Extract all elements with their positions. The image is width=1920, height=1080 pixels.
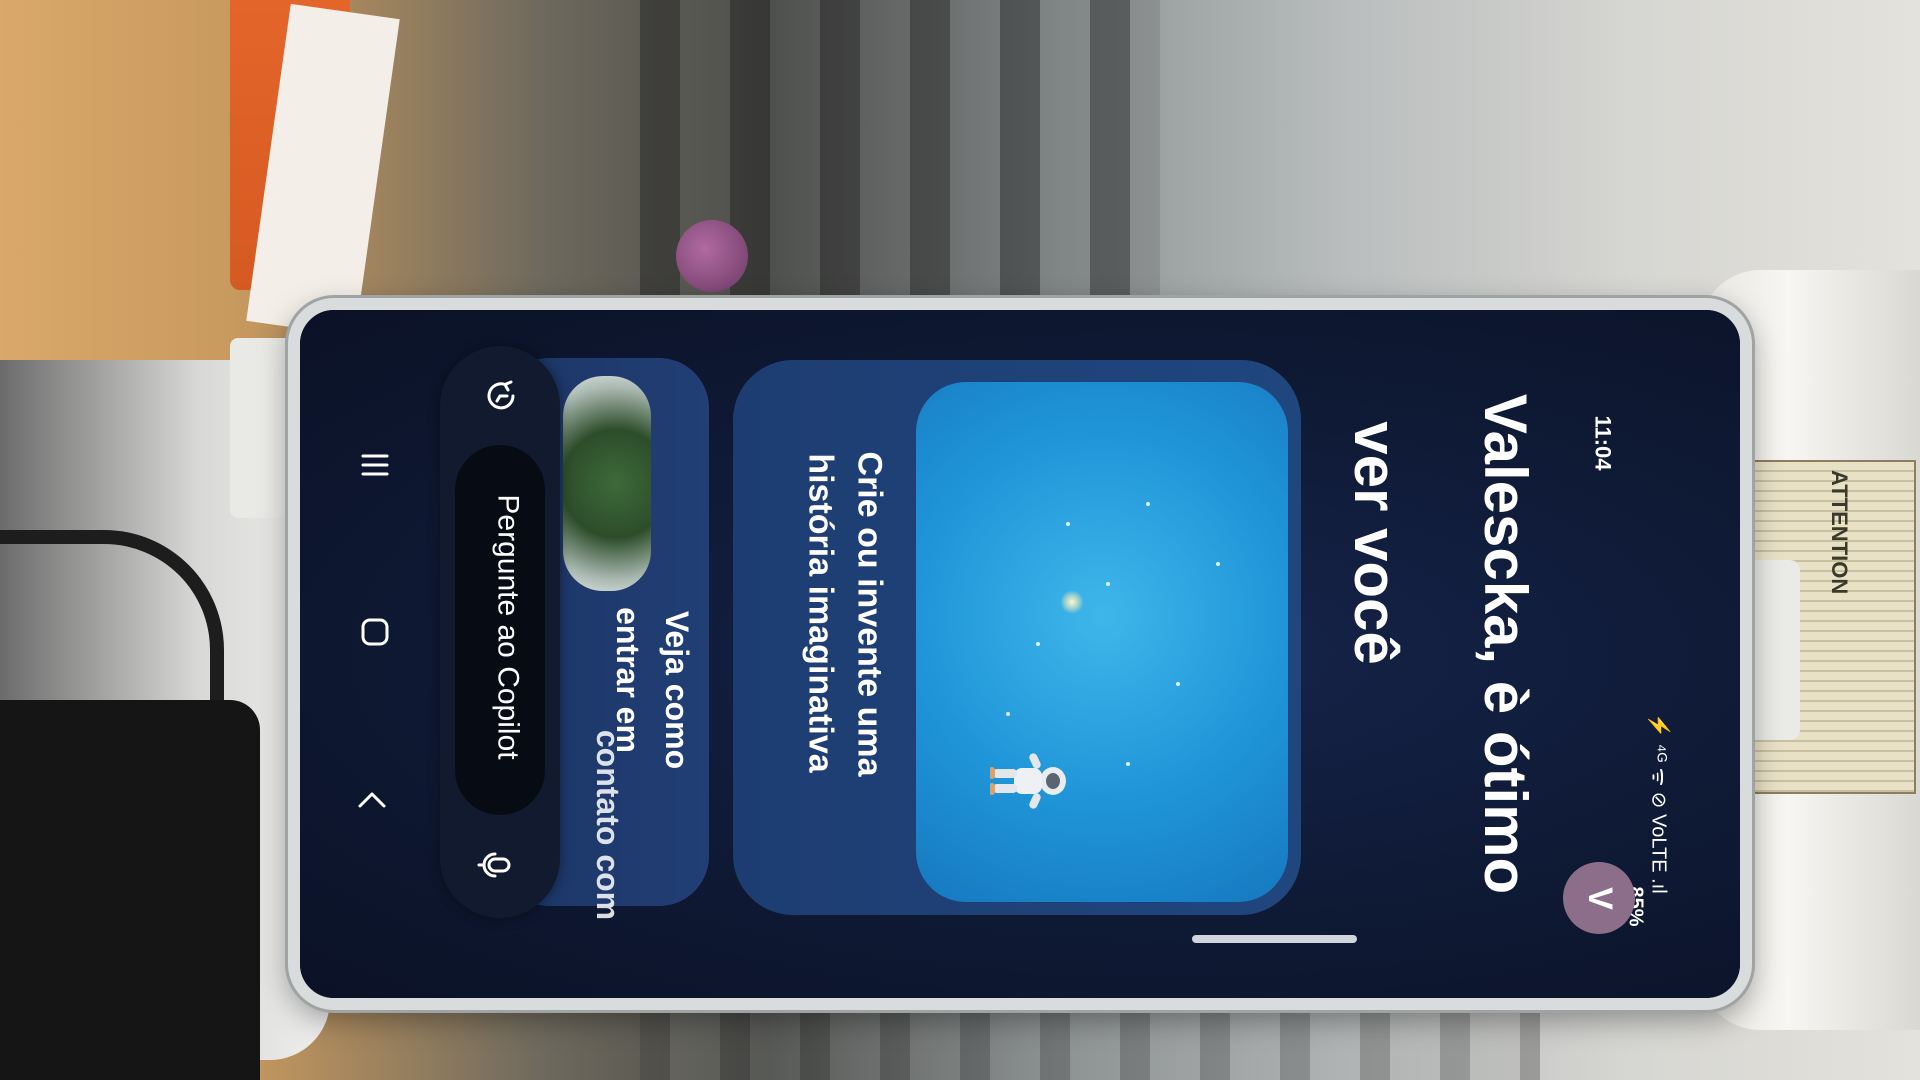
avatar[interactable]: V bbox=[1563, 862, 1635, 934]
microphone-icon[interactable] bbox=[475, 845, 515, 885]
greeting-line-2: ver você bbox=[1341, 421, 1409, 665]
home-icon[interactable] bbox=[355, 612, 395, 652]
purple-ball bbox=[676, 220, 748, 292]
avatar-initial: V bbox=[1580, 886, 1619, 910]
greeting-line-1: Valescka, è ótimo bbox=[1472, 393, 1540, 895]
black-camera-box bbox=[0, 700, 260, 1080]
recents-icon[interactable] bbox=[355, 445, 395, 485]
warning-label-text: ATTENTION bbox=[1827, 470, 1852, 595]
contact-card-line-3: contato com bbox=[590, 729, 627, 921]
astronaut-image bbox=[916, 382, 1288, 902]
status-icons: ⚡ ⁴ᴳ ᯤ ⊘ VoLTE .ıl bbox=[1647, 713, 1670, 894]
story-card-line-1: Crie ou invente uma bbox=[850, 451, 889, 777]
back-icon[interactable] bbox=[352, 780, 392, 820]
status-time: 11:04 bbox=[1590, 415, 1616, 471]
sparkle bbox=[1060, 590, 1084, 614]
contact-card-line-1: Veja como bbox=[659, 610, 696, 770]
scroll-handle[interactable] bbox=[1192, 935, 1357, 943]
history-icon[interactable] bbox=[483, 378, 519, 414]
astronaut-icon bbox=[990, 753, 1066, 809]
story-card-line-2: história imaginativa bbox=[801, 453, 840, 773]
ask-copilot-placeholder: Pergunte ao Copilot bbox=[491, 494, 525, 760]
tree-image bbox=[563, 376, 651, 591]
